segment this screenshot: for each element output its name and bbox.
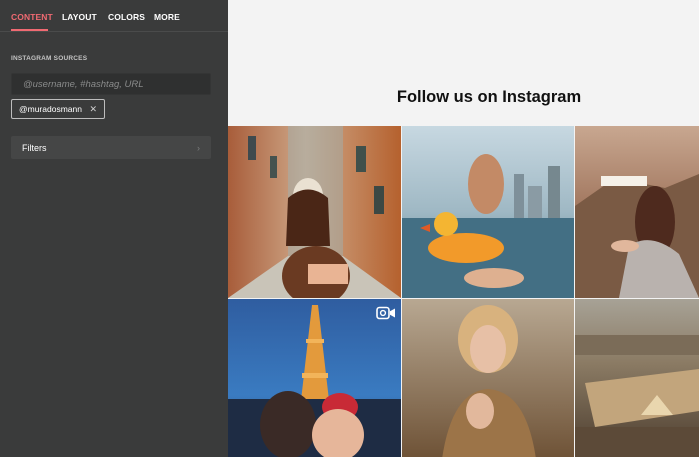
filters-row[interactable]: Filters ›	[11, 136, 211, 159]
instagram-sources-title: INSTAGRAM SOURCES	[11, 55, 88, 62]
tab-content[interactable]: CONTENT	[11, 12, 53, 22]
instagram-post[interactable]	[575, 299, 699, 457]
close-icon[interactable]: ✕	[89, 104, 97, 115]
photo-icon	[402, 126, 574, 298]
photo-icon	[228, 126, 401, 298]
page-title: Follow us on Instagram	[396, 88, 582, 106]
photo-icon	[402, 299, 574, 457]
tab-layout[interactable]: LAYOUT	[62, 12, 97, 22]
widget-preview: Follow us on Instagram	[228, 0, 699, 457]
settings-sidebar: CONTENT LAYOUT COLORS MORE INSTAGRAM SOU…	[0, 0, 228, 457]
active-tab-indicator	[11, 29, 48, 31]
photo-icon	[575, 126, 699, 298]
tab-colors[interactable]: COLORS	[108, 12, 145, 22]
tab-more[interactable]: MORE	[154, 12, 180, 22]
settings-tabs: CONTENT LAYOUT COLORS MORE	[0, 0, 228, 32]
instagram-post[interactable]	[228, 299, 401, 457]
filters-label: Filters	[22, 142, 47, 153]
photo-icon	[228, 299, 401, 457]
source-chip-label: @muradosmann	[19, 104, 82, 114]
instagram-post[interactable]	[575, 126, 699, 298]
photo-icon	[575, 299, 699, 457]
instagram-post[interactable]	[228, 126, 401, 298]
instagram-post[interactable]	[402, 299, 574, 457]
instagram-post[interactable]	[402, 126, 574, 298]
video-camera-icon	[376, 306, 395, 320]
source-input[interactable]	[11, 73, 211, 95]
source-chip: @muradosmann ✕	[11, 99, 105, 119]
chevron-right-icon: ›	[197, 142, 200, 153]
